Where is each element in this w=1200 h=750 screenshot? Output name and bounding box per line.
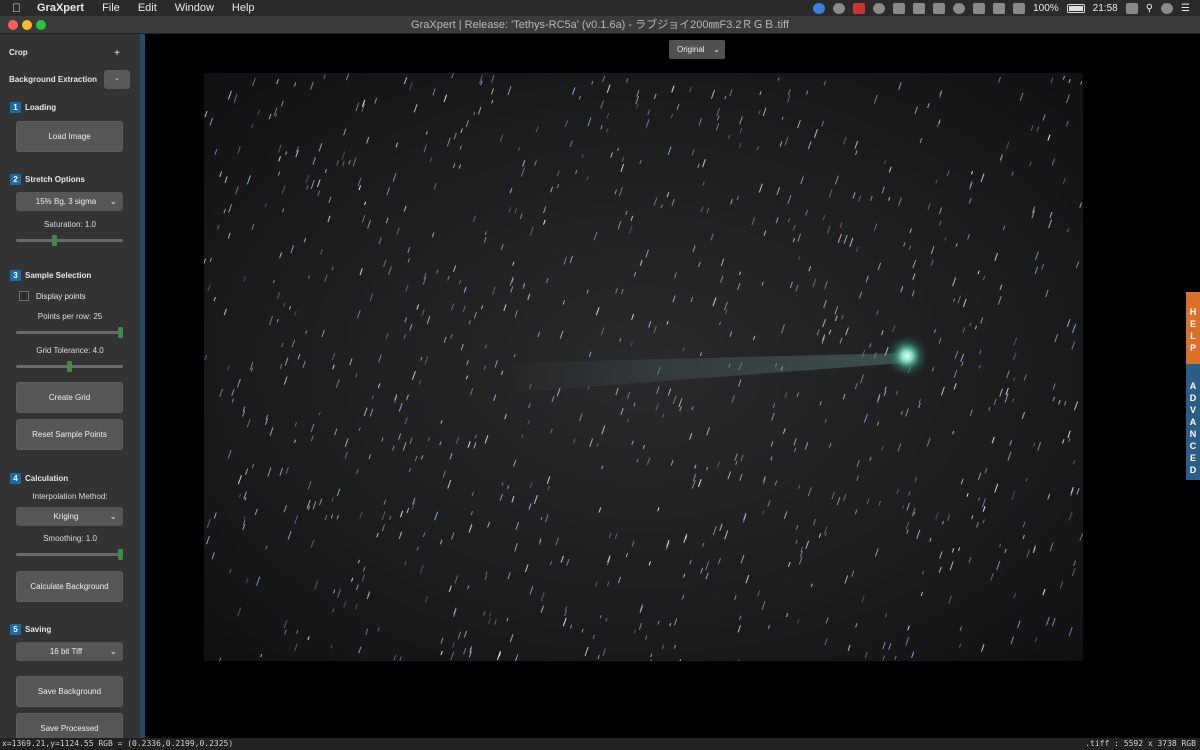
- stretch-value: 15% Bg, 3 sigma: [35, 197, 97, 206]
- load-image-button[interactable]: Load Image: [16, 121, 123, 152]
- help-tab-label: HELP: [1189, 307, 1197, 353]
- view-mode-value: Original: [677, 45, 705, 54]
- save-format-select[interactable]: 16 bit Tiff ⌄: [16, 642, 123, 661]
- zoom-icon[interactable]: [813, 2, 826, 14]
- app-tray-icon[interactable]: [853, 2, 866, 14]
- save-format-value: 16 bit Tiff: [49, 647, 83, 656]
- clock[interactable]: 21:58: [1093, 3, 1118, 14]
- input-source-icon[interactable]: [1125, 2, 1138, 14]
- points-per-row-label: Points per row: 25: [37, 312, 103, 321]
- battery-icon[interactable]: [1066, 3, 1085, 13]
- menu-extras-icon[interactable]: [933, 2, 946, 14]
- calculate-background-button[interactable]: Calculate Background: [16, 571, 123, 602]
- section-number: 1: [10, 102, 21, 113]
- astro-image[interactable]: [204, 73, 1083, 661]
- zoom-window-button[interactable]: [36, 20, 46, 30]
- help-tab[interactable]: HELP: [1186, 292, 1200, 364]
- section-title: Loading: [25, 103, 57, 112]
- points-per-row-slider[interactable]: [16, 327, 123, 338]
- advanced-tab[interactable]: ADVANCED: [1186, 364, 1200, 480]
- save-background-button[interactable]: Save Background: [16, 676, 123, 707]
- sync-icon[interactable]: [873, 2, 886, 14]
- section-calculation: 4 Calculation: [10, 473, 140, 484]
- window-title-bar: GraXpert | Release: 'Tethys-RC5a' (v0.1.…: [0, 16, 1200, 34]
- section-saving: 5 Saving: [10, 624, 140, 635]
- display-points-checkbox[interactable]: [19, 291, 29, 301]
- window-title: GraXpert | Release: 'Tethys-RC5a' (v0.1.…: [411, 19, 789, 31]
- reset-sample-points-button[interactable]: Reset Sample Points: [16, 419, 123, 450]
- grid-tolerance-slider-knob[interactable]: [67, 361, 72, 372]
- grid-tolerance-label: Grid Tolerance: 4.0: [36, 346, 104, 355]
- points-per-row-slider-knob[interactable]: [118, 327, 123, 338]
- chevron-down-icon: ⌄: [109, 646, 117, 656]
- saturation-slider[interactable]: [16, 235, 123, 246]
- cursor-readout: x=1369.21,y=1124.55 RGB = (0.2336,0.2199…: [2, 739, 234, 748]
- smoothing-label: Smoothing: 1.0: [43, 534, 97, 543]
- menu-file[interactable]: File: [93, 0, 129, 16]
- image-info: .tiff : 5592 x 3738 RGB: [1085, 739, 1196, 748]
- menu-window[interactable]: Window: [166, 0, 223, 16]
- menu-help[interactable]: Help: [223, 0, 264, 16]
- section-loading: 1 Loading: [10, 102, 140, 113]
- sidebar: Crop + Background Extraction - 1 Loading …: [0, 34, 140, 738]
- section-title: Saving: [25, 625, 52, 634]
- display-points-label: Display points: [36, 292, 86, 301]
- menu-bar:  GraXpert File Edit Window Help 100% 21…: [0, 0, 1200, 16]
- section-number: 3: [10, 270, 21, 281]
- creative-cloud-icon[interactable]: [833, 2, 846, 14]
- bg-extraction-collapse-button[interactable]: -: [104, 70, 130, 89]
- saturation-slider-knob[interactable]: [51, 235, 57, 246]
- siri-icon[interactable]: [1161, 2, 1174, 14]
- stretch-select[interactable]: 15% Bg, 3 sigma ⌄: [16, 192, 123, 211]
- section-title: Stretch Options: [25, 175, 86, 184]
- section-sample-selection: 3 Sample Selection: [10, 270, 140, 281]
- interpolation-select[interactable]: Kriging ⌄: [16, 507, 123, 526]
- chevron-down-icon: ⌄: [713, 45, 720, 54]
- chevron-down-icon: ⌄: [109, 511, 117, 521]
- minimize-window-button[interactable]: [22, 20, 32, 30]
- interpolation-label: Interpolation Method:: [32, 492, 108, 501]
- smoothing-slider[interactable]: [16, 549, 123, 560]
- notification-center-icon[interactable]: ☰: [1181, 3, 1190, 14]
- advanced-tab-label: ADVANCED: [1189, 381, 1197, 475]
- section-stretch: 2 Stretch Options: [10, 174, 140, 185]
- close-window-button[interactable]: [8, 20, 18, 30]
- tray-app-icon[interactable]: [913, 2, 926, 14]
- section-number: 4: [10, 473, 21, 484]
- chevron-down-icon: ⌄: [109, 196, 117, 206]
- section-number: 5: [10, 624, 21, 635]
- apple-icon[interactable]: : [0, 0, 29, 16]
- menu-edit[interactable]: Edit: [129, 0, 166, 16]
- interpolation-value: Kriging: [53, 512, 79, 521]
- section-title: Sample Selection: [25, 271, 92, 280]
- view-mode-select[interactable]: Original ⌄: [669, 40, 725, 59]
- saturation-label: Saturation: 1.0: [43, 220, 97, 229]
- status-bar: x=1369.21,y=1124.55 RGB = (0.2336,0.2199…: [0, 738, 1200, 750]
- wifi-icon[interactable]: [993, 2, 1006, 14]
- section-title: Calculation: [25, 474, 69, 483]
- create-grid-button[interactable]: Create Grid: [16, 382, 123, 413]
- smoothing-slider-knob[interactable]: [118, 549, 123, 560]
- time-machine-icon[interactable]: [953, 2, 966, 14]
- save-processed-button[interactable]: Save Processed: [16, 713, 123, 738]
- grid-tolerance-slider[interactable]: [16, 361, 123, 372]
- comet-coma: [885, 334, 929, 378]
- section-number: 2: [10, 174, 21, 185]
- spotlight-icon[interactable]: ⚲: [1146, 3, 1153, 14]
- menu-app-name[interactable]: GraXpert: [29, 0, 93, 16]
- status-tray: 100% 21:58 ⚲ ☰: [813, 2, 1200, 14]
- volume-icon[interactable]: [1013, 2, 1026, 14]
- crop-expand-button[interactable]: +: [104, 44, 130, 63]
- battery-percent: 100%: [1033, 2, 1059, 14]
- bluetooth-icon[interactable]: [973, 2, 986, 14]
- tray-icon[interactable]: [893, 2, 906, 14]
